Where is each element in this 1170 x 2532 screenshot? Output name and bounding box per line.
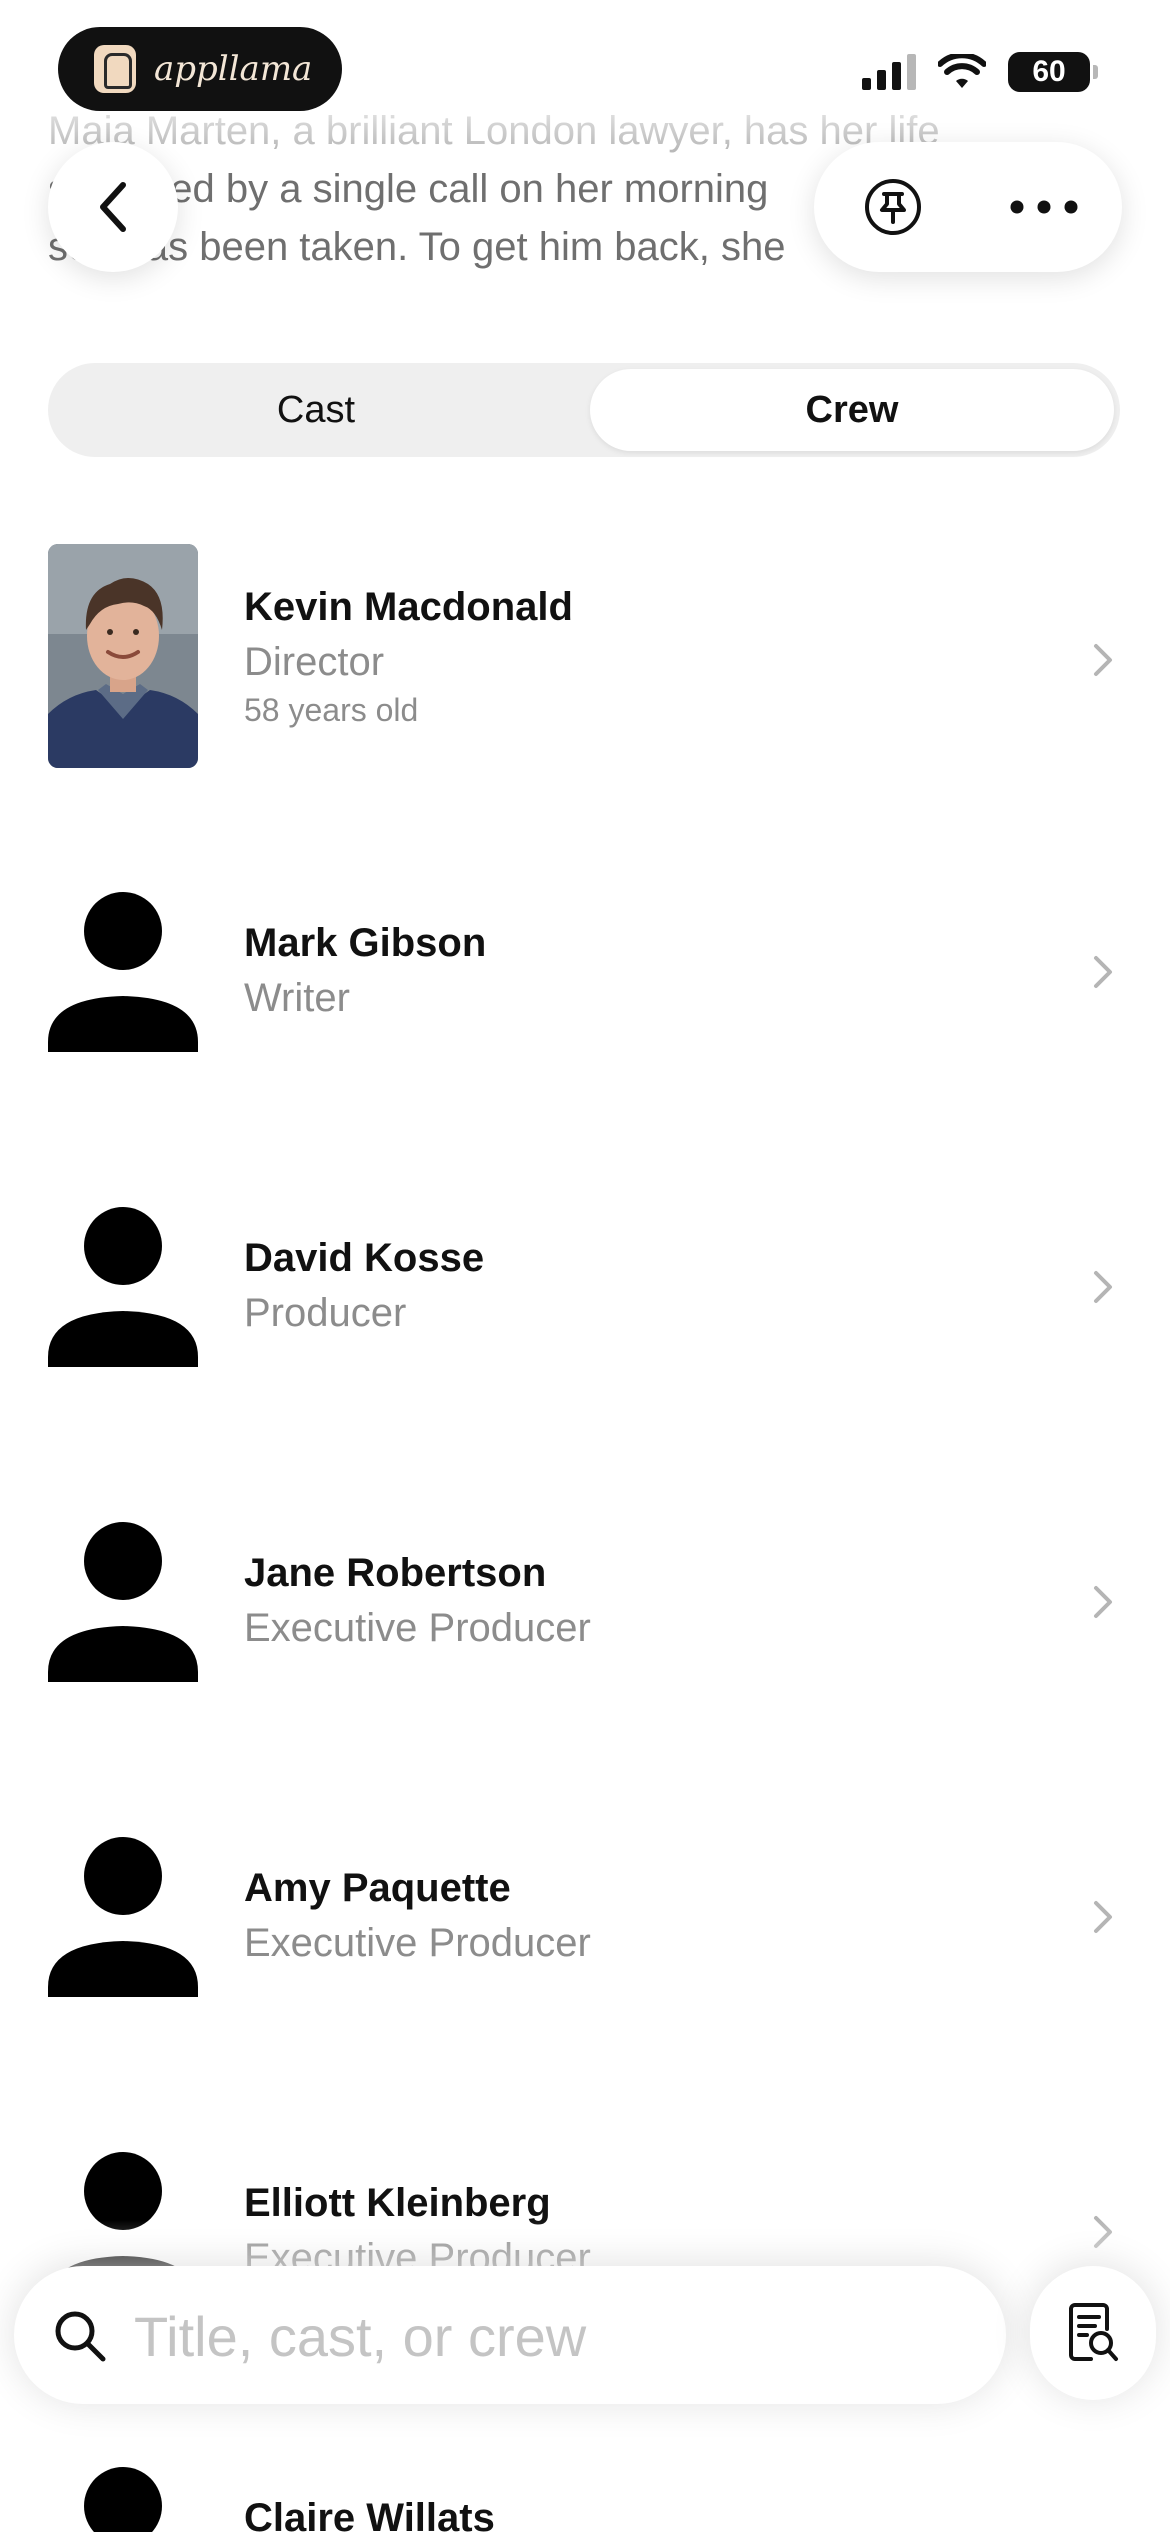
crew-row[interactable]: Jane Robertson Executive Producer [0, 1510, 1170, 1740]
signal-icon [862, 54, 916, 90]
crew-name: Amy Paquette [244, 1866, 511, 1910]
crew-row[interactable]: Claire Willats [0, 2455, 1170, 2532]
avatar [48, 544, 198, 768]
pin-icon [865, 179, 921, 235]
more-icon [1010, 200, 1078, 214]
lookup-button[interactable] [1030, 2266, 1156, 2400]
wifi-icon [938, 54, 986, 88]
document-search-icon [1069, 2303, 1118, 2361]
crew-role: Producer [244, 1291, 407, 1335]
crew-role: Executive Producer [244, 1921, 591, 1965]
person-placeholder-icon [48, 1207, 198, 1367]
search-icon [55, 2311, 106, 2362]
chevron-right-icon [1094, 956, 1112, 988]
status-brand: appllama [154, 49, 313, 89]
chevron-right-icon [1094, 1901, 1112, 1933]
llama-icon [94, 45, 136, 93]
back-button[interactable] [48, 142, 178, 272]
pin-button[interactable] [856, 170, 930, 244]
chevron-right-icon [1094, 644, 1112, 676]
person-placeholder-icon [48, 1837, 198, 1997]
crew-name: Claire Willats [244, 2496, 495, 2532]
crew-age: 58 years old [244, 692, 419, 728]
crew-info: Jane Robertson Executive Producer [244, 1546, 591, 1656]
profile-photo [48, 544, 198, 768]
chevron-right-icon [1094, 1586, 1112, 1618]
crew-name: Jane Robertson [244, 1551, 547, 1595]
more-button[interactable] [994, 170, 1094, 244]
crew-name: David Kosse [244, 1236, 485, 1280]
search-input[interactable] [132, 2296, 976, 2376]
chevron-left-icon [100, 182, 126, 232]
search-bar[interactable] [14, 2266, 1006, 2404]
crew-row[interactable]: Mark Gibson Writer [0, 880, 1170, 1110]
status-icons: 60 [862, 52, 1098, 92]
crew-row[interactable]: Kevin Macdonald Director 58 years old [0, 544, 1170, 774]
crew-row[interactable]: Amy Paquette Executive Producer [0, 1825, 1170, 2055]
battery-indicator: 60 [1008, 52, 1098, 92]
crew-info: Claire Willats [244, 2491, 495, 2532]
person-placeholder-icon [48, 892, 198, 1052]
header-actions [814, 142, 1122, 272]
crew-role: Executive Producer [244, 1606, 591, 1650]
crew-info: Kevin Macdonald Director 58 years old [244, 580, 573, 730]
chevron-right-icon [1094, 1271, 1112, 1303]
crew-name: Kevin Macdonald [244, 585, 573, 629]
status-app-pill: appllama [58, 27, 342, 111]
crew-role: Director [244, 640, 385, 684]
tab-cast[interactable]: Cast [54, 369, 578, 451]
crew-info: Mark Gibson Writer [244, 916, 486, 1026]
person-placeholder-icon [84, 2467, 162, 2532]
crew-role: Writer [244, 976, 350, 1020]
crew-name: Mark Gibson [244, 921, 487, 965]
tab-crew[interactable]: Crew [590, 369, 1114, 451]
person-placeholder-icon [48, 1522, 198, 1682]
crew-row[interactable]: David Kosse Producer [0, 1195, 1170, 1425]
crew-info: David Kosse Producer [244, 1231, 484, 1341]
crew-info: Amy Paquette Executive Producer [244, 1861, 591, 1971]
cast-crew-segmented-control: Cast Crew [48, 363, 1120, 457]
